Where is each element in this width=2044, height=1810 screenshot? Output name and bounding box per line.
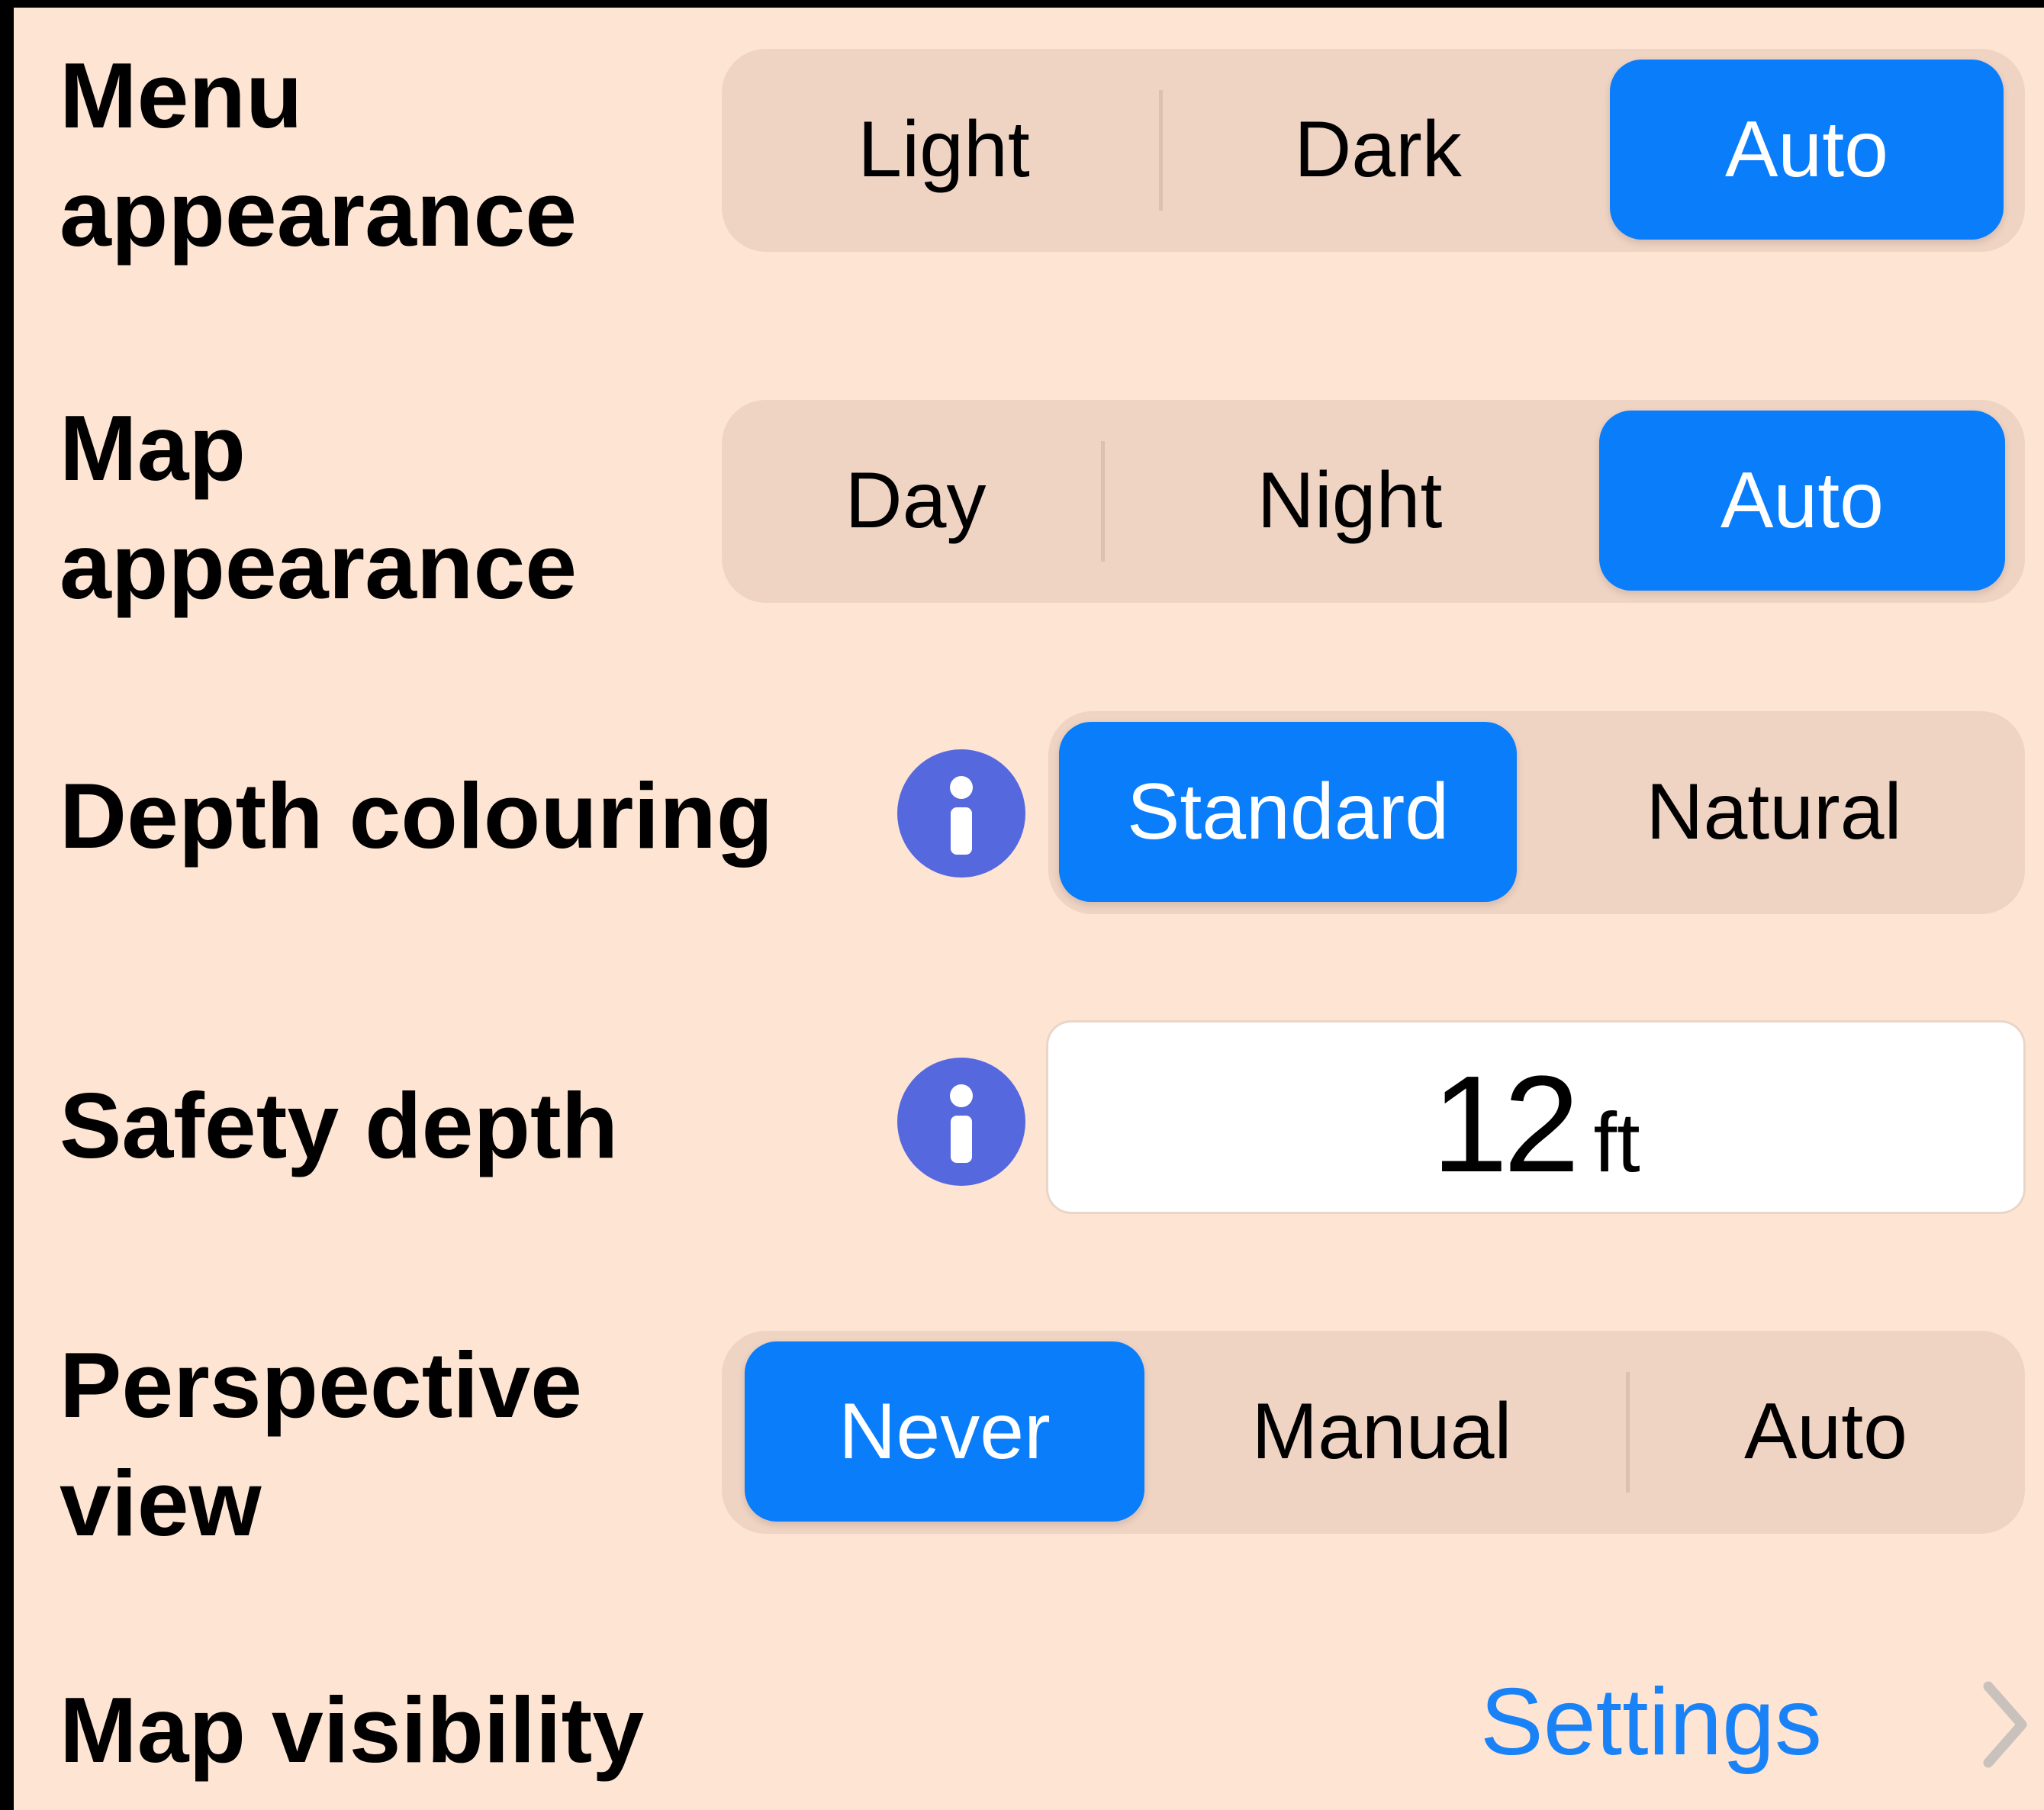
map-appearance-label-line2: appearance — [60, 514, 578, 618]
menu-appearance-label: Menu appearance — [60, 37, 577, 273]
segment-divider — [1626, 1372, 1630, 1493]
perspective-view-segmented-control: Never Manual Auto — [722, 1331, 2025, 1534]
map-appearance-option-night[interactable]: Night — [1111, 411, 1589, 591]
perspective-view-label-line2: view — [60, 1451, 262, 1555]
safety-depth-unit: ft — [1593, 1096, 1640, 1190]
perspective-view-option-auto[interactable]: Auto — [1637, 1341, 2014, 1522]
info-glyph-icon — [950, 776, 973, 855]
map-appearance-label: Map appearance — [60, 389, 577, 626]
perspective-view-label: Perspective view — [60, 1326, 582, 1563]
chevron-right-icon[interactable] — [1981, 1679, 2030, 1774]
map-visibility-settings-link[interactable]: Settings — [1480, 1663, 1822, 1782]
perspective-view-option-manual[interactable]: Manual — [1164, 1341, 1599, 1522]
perspective-view-label-line1: Perspective — [60, 1333, 582, 1437]
safety-depth-field[interactable]: 12 ft — [1048, 1023, 2023, 1212]
map-appearance-label-line1: Map — [60, 396, 246, 500]
perspective-view-option-never[interactable]: Never — [745, 1341, 1144, 1522]
depth-colouring-label: Depth colouring — [60, 764, 774, 868]
safety-depth-label: Safety depth — [60, 1074, 619, 1177]
map-appearance-segmented-control: Day Night Auto — [722, 400, 2025, 603]
info-glyph-icon — [950, 1084, 973, 1163]
safety-depth-value: 12 — [1431, 1048, 1579, 1201]
safety-depth-info-icon[interactable] — [897, 1058, 1025, 1186]
depth-colouring-option-standard[interactable]: Standard — [1059, 722, 1517, 902]
menu-appearance-segmented-control: Light Dark Auto — [722, 49, 2025, 252]
segment-divider — [1101, 441, 1105, 562]
menu-appearance-option-auto[interactable]: Auto — [1610, 60, 2004, 240]
depth-colouring-info-icon[interactable] — [897, 749, 1025, 878]
segment-divider — [1159, 90, 1163, 211]
depth-colouring-option-natural[interactable]: Natural — [1537, 722, 2011, 902]
map-appearance-option-day[interactable]: Day — [732, 411, 1099, 591]
settings-panel: Menu appearance Light Dark Auto Map appe… — [0, 0, 2044, 1810]
map-appearance-option-auto[interactable]: Auto — [1599, 411, 2005, 591]
menu-appearance-option-dark[interactable]: Dark — [1167, 60, 1589, 240]
map-visibility-label: Map visibility — [60, 1678, 645, 1782]
depth-colouring-segmented-control: Standard Natural — [1048, 711, 2025, 914]
menu-appearance-option-light[interactable]: Light — [732, 60, 1155, 240]
menu-appearance-label-line1: Menu — [60, 43, 303, 147]
menu-appearance-label-line2: appearance — [60, 162, 578, 266]
